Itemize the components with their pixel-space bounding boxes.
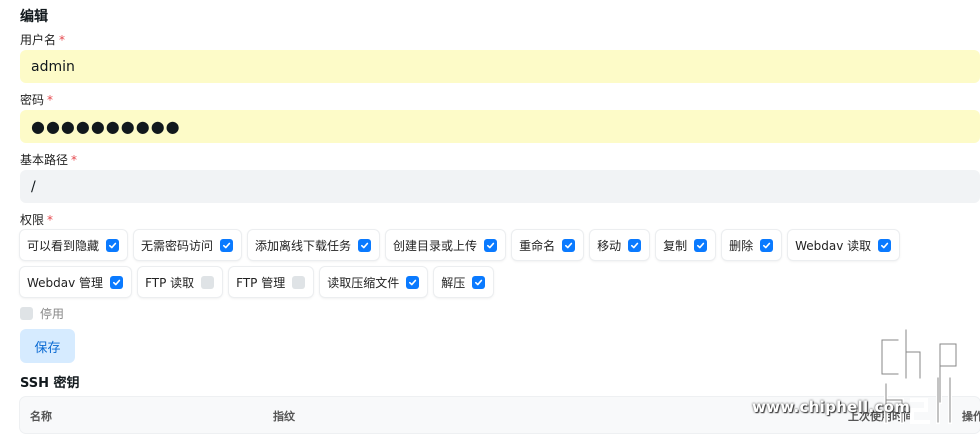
permissions-label: 权限 * xyxy=(20,213,54,227)
perm-offline-download[interactable]: 添加离线下载任务 xyxy=(248,230,380,260)
permissions-row-2: Webdav 管理 FTP 读取 FTP 管理 读取压缩文件 解压 xyxy=(20,267,494,297)
section-title: 编辑 xyxy=(20,9,48,25)
permissions-row-1: 可以看到隐藏 无需密码访问 添加离线下载任务 创建目录或上传 重命名 移动 复制… xyxy=(20,230,900,260)
checkbox-icon[interactable] xyxy=(220,238,234,252)
checkbox-icon[interactable] xyxy=(484,238,498,252)
perm-delete[interactable]: 删除 xyxy=(722,230,782,260)
checkbox-icon[interactable] xyxy=(472,275,486,289)
checkbox-icon[interactable] xyxy=(694,238,708,252)
perm-move[interactable]: 移动 xyxy=(590,230,650,260)
required-mark: * xyxy=(71,153,78,167)
checkbox-icon[interactable] xyxy=(358,238,372,252)
checkbox-icon[interactable] xyxy=(20,307,33,320)
checkbox-icon[interactable] xyxy=(201,275,215,289)
checkbox-icon[interactable] xyxy=(406,275,420,289)
base-path-label: 基本路径 * xyxy=(20,153,78,167)
perm-ftp-read[interactable]: FTP 读取 xyxy=(138,267,223,297)
perm-mkdir-upload[interactable]: 创建目录或上传 xyxy=(386,230,506,260)
password-label: 密码 * xyxy=(20,93,54,107)
required-mark: * xyxy=(47,93,54,107)
save-button[interactable]: 保存 xyxy=(20,329,75,363)
disable-label: 停用 xyxy=(40,307,65,321)
checkbox-icon[interactable] xyxy=(106,238,120,252)
username-input[interactable]: admin xyxy=(20,50,980,83)
username-label: 用户名 * xyxy=(20,33,66,47)
perm-webdav-read[interactable]: Webdav 读取 xyxy=(788,230,900,260)
password-input[interactable]: ●●●●●●●●●● xyxy=(20,110,980,143)
checkbox-icon[interactable] xyxy=(760,238,774,252)
chiphell-watermark-text: www.chiphell.com xyxy=(752,398,911,416)
required-mark: * xyxy=(47,213,54,227)
ssh-keys-title: SSH 密钥 xyxy=(20,376,80,391)
checkbox-icon[interactable] xyxy=(878,238,892,252)
perm-see-hidden[interactable]: 可以看到隐藏 xyxy=(20,230,128,260)
disable-toggle[interactable]: 停用 xyxy=(20,305,64,322)
column-header-fingerprint: 指纹 xyxy=(273,410,295,423)
required-mark: * xyxy=(59,33,66,47)
perm-rename[interactable]: 重命名 xyxy=(512,230,584,260)
column-header-name: 名称 xyxy=(30,410,52,423)
perm-decompress[interactable]: 解压 xyxy=(434,267,494,297)
perm-no-password[interactable]: 无需密码访问 xyxy=(134,230,242,260)
checkbox-icon[interactable] xyxy=(110,275,124,289)
perm-read-archive[interactable]: 读取压缩文件 xyxy=(320,267,428,297)
checkbox-icon[interactable] xyxy=(562,238,576,252)
perm-ftp-manage[interactable]: FTP 管理 xyxy=(229,267,314,297)
checkbox-icon[interactable] xyxy=(292,275,306,289)
perm-copy[interactable]: 复制 xyxy=(656,230,716,260)
perm-webdav-manage[interactable]: Webdav 管理 xyxy=(20,267,132,297)
checkbox-icon[interactable] xyxy=(628,238,642,252)
base-path-input[interactable]: / xyxy=(20,170,980,203)
